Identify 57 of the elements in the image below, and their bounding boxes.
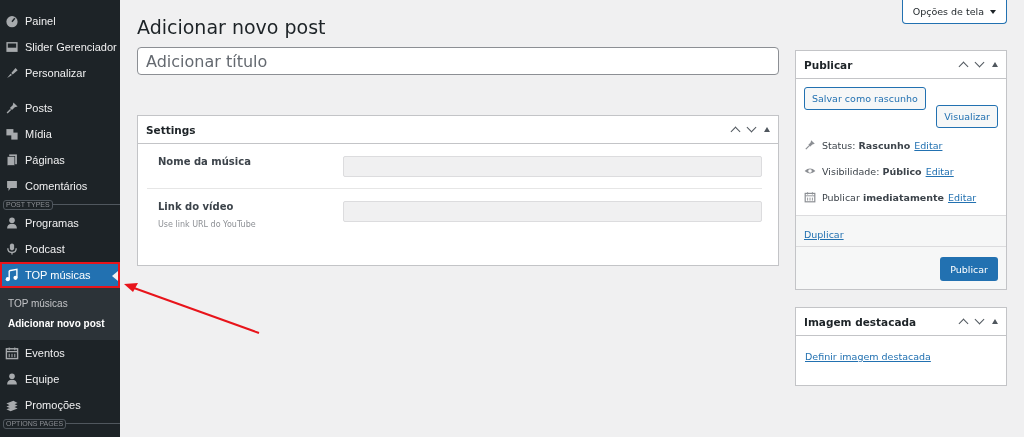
pin-icon (5, 101, 19, 115)
field-label: Link do vídeo (158, 201, 235, 212)
stack-icon (5, 398, 19, 412)
menu-item[interactable]: Páginas (0, 147, 120, 173)
edit-link[interactable]: Editar (948, 191, 977, 203)
page-title: Adicionar novo post (137, 15, 327, 39)
box-title: Settings (146, 123, 196, 136)
menu-item[interactable]: Posts (0, 95, 120, 121)
save-draft-button[interactable]: Salvar como rascunho (804, 87, 926, 110)
collapse-icon[interactable] (992, 319, 998, 324)
publish-button[interactable]: Publicar (940, 257, 998, 281)
brush-icon (5, 66, 19, 80)
set-featured-image-link[interactable]: Definir imagem destacada (805, 351, 931, 362)
field-label: Nome da música (158, 156, 251, 167)
person-icon (5, 372, 19, 386)
caret-icon (990, 9, 996, 14)
duplicate-link[interactable]: Duplicar (804, 229, 844, 240)
menu-pointer-icon (112, 271, 118, 281)
music-note-icon (5, 268, 19, 282)
menu-item[interactable]: Mídia (0, 121, 120, 147)
media-icon (5, 127, 19, 141)
pin-icon (804, 139, 816, 151)
screen-options-button[interactable]: Opções de tela (901, 0, 1007, 24)
submenu-item[interactable]: TOP músicas (0, 294, 120, 314)
menu-item[interactable]: Painel (0, 8, 120, 34)
calendar-icon (5, 346, 19, 360)
edit-link[interactable]: Editar (914, 139, 943, 151)
menu-item[interactable]: Programas (0, 210, 120, 236)
menu-item[interactable]: Slider Gerenciador (0, 34, 120, 60)
edit-link[interactable]: Editar (925, 165, 954, 177)
title-field[interactable]: Adicionar título (137, 47, 779, 75)
publish-setting: Status: Rascunho (822, 139, 911, 151)
person-icon (5, 216, 19, 230)
box-title: Imagem destacada (804, 315, 917, 328)
collapse-icon[interactable] (764, 127, 770, 132)
menu-item[interactable]: Podcast (0, 236, 120, 262)
menu-item[interactable]: TOP músicas (0, 262, 120, 288)
dashboard-icon (5, 14, 19, 28)
publish-setting: Publicar imediatamente (822, 191, 944, 203)
field-hint: Use link URL do YouTube (158, 220, 256, 229)
menu-item[interactable]: Eventos (0, 340, 120, 366)
microphone-icon (5, 242, 19, 256)
collapse-icon[interactable] (992, 62, 998, 67)
calendar-icon (804, 191, 816, 203)
image-icon (5, 40, 19, 54)
comment-icon (5, 179, 19, 193)
publish-setting: Visibilidade: Público (822, 165, 922, 177)
input-field[interactable] (343, 201, 762, 222)
menu-item[interactable]: Promoções (0, 392, 120, 418)
menu-item[interactable]: Comentários (0, 173, 120, 199)
input-field[interactable] (343, 156, 762, 177)
menu-item[interactable]: Personalizar (0, 60, 120, 86)
preview-button[interactable]: Visualizar (936, 105, 998, 128)
submenu-item[interactable]: Adicionar novo post (0, 314, 120, 334)
pages-icon (5, 153, 19, 167)
box-title: Publicar (804, 58, 853, 71)
menu-item[interactable]: Equipe (0, 366, 120, 392)
